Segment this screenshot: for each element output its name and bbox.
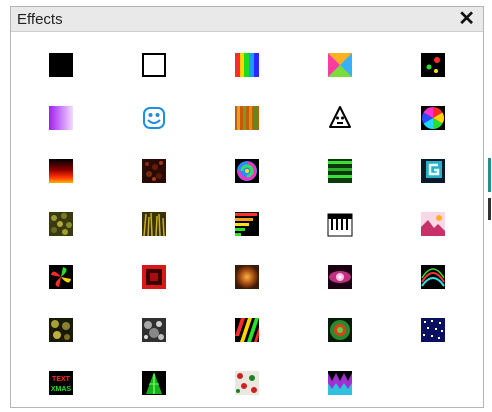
color-wheel-icon[interactable] xyxy=(420,105,446,131)
yellow-noise-icon[interactable] xyxy=(48,211,74,237)
close-icon[interactable]: ✕ xyxy=(458,8,475,30)
flower-pattern-icon[interactable] xyxy=(234,370,260,396)
ghost-face-icon[interactable] xyxy=(327,105,353,131)
white-square-icon[interactable] xyxy=(141,52,167,78)
smiley-face-icon[interactable] xyxy=(141,105,167,131)
color-waves-icon[interactable] xyxy=(420,264,446,290)
purple-gradient-icon[interactable] xyxy=(48,105,74,131)
red-square-ring-icon[interactable] xyxy=(141,264,167,290)
title-bar: Effects ✕ xyxy=(11,7,483,32)
red-noise-icon[interactable] xyxy=(141,158,167,184)
green-tree-icon[interactable] xyxy=(141,370,167,396)
piano-keys-icon[interactable] xyxy=(327,211,353,237)
black-square-icon[interactable] xyxy=(48,52,74,78)
zigzag-icon[interactable] xyxy=(327,370,353,396)
pink-eye-icon[interactable] xyxy=(327,264,353,290)
green-circle-icon[interactable] xyxy=(327,317,353,343)
pinwheel-icon[interactable] xyxy=(48,264,74,290)
effects-panel: Effects ✕ TEXT XMAS xyxy=(10,6,484,408)
text-tile-line2: XMAS xyxy=(51,386,72,393)
spiral-icon[interactable] xyxy=(234,158,260,184)
orange-stripes-icon[interactable] xyxy=(234,105,260,131)
text-effect-icon[interactable]: TEXT XMAS xyxy=(48,370,74,396)
background-window-edge xyxy=(488,158,491,192)
gradient-x-icon[interactable] xyxy=(327,52,353,78)
dots-icon[interactable] xyxy=(420,52,446,78)
starfield-icon[interactable] xyxy=(420,317,446,343)
text-tile-line1: TEXT xyxy=(52,376,71,383)
background-window-edge-dark xyxy=(488,198,491,220)
rgb-bars-icon[interactable] xyxy=(234,52,260,78)
orange-cloud-icon[interactable] xyxy=(234,264,260,290)
letter-g-icon[interactable] xyxy=(420,158,446,184)
diagonal-stripes-icon[interactable] xyxy=(234,317,260,343)
effects-grid: TEXT XMAS xyxy=(11,32,483,407)
green-lines-icon[interactable] xyxy=(327,158,353,184)
yellow-blobs-icon[interactable] xyxy=(48,317,74,343)
yellow-grass-icon[interactable] xyxy=(141,211,167,237)
gray-noise-icon[interactable] xyxy=(141,317,167,343)
equalizer-icon[interactable] xyxy=(234,211,260,237)
panel-title: Effects xyxy=(17,11,63,28)
fire-gradient-icon[interactable] xyxy=(48,158,74,184)
landscape-icon[interactable] xyxy=(420,211,446,237)
